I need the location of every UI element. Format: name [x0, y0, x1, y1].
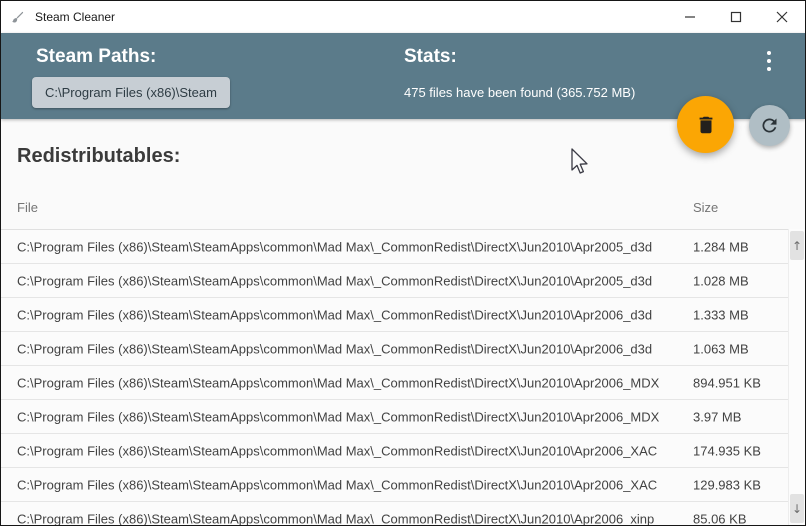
steam-path-button[interactable]: C:\Program Files (x86)\Steam [32, 77, 230, 108]
delete-files-button[interactable] [677, 96, 734, 153]
vertical-ellipsis-icon[interactable] [759, 45, 779, 77]
mouse-cursor [569, 147, 589, 182]
table-row[interactable]: C:\Program Files (x86)\Steam\SteamApps\c… [1, 468, 788, 502]
file-cell: C:\Program Files (x86)\Steam\SteamApps\c… [17, 409, 660, 424]
file-cell: C:\Program Files (x86)\Steam\SteamApps\c… [17, 375, 660, 390]
table-row[interactable]: C:\Program Files (x86)\Steam\SteamApps\c… [1, 366, 788, 400]
table-row[interactable]: C:\Program Files (x86)\Steam\SteamApps\c… [1, 502, 788, 525]
size-cell: 894.951 KB [693, 375, 761, 390]
size-cell: 1.028 MB [693, 273, 749, 288]
broom-icon [10, 9, 26, 25]
table-body: C:\Program Files (x86)\Steam\SteamApps\c… [1, 229, 788, 525]
table-row[interactable]: C:\Program Files (x86)\Steam\SteamApps\c… [1, 400, 788, 434]
column-header-file: File [17, 200, 38, 215]
minimize-icon[interactable] [667, 1, 713, 33]
redistributables-heading: Redistributables: [17, 145, 181, 167]
refresh-icon [759, 115, 780, 136]
scroll-down-icon[interactable]: ↓ [790, 494, 804, 523]
size-cell: 174.935 KB [693, 443, 761, 458]
maximize-icon[interactable] [713, 1, 759, 33]
titlebar: Steam Cleaner [1, 1, 805, 33]
file-cell: C:\Program Files (x86)\Steam\SteamApps\c… [17, 477, 658, 492]
size-cell: 1.063 MB [693, 341, 749, 356]
size-cell: 3.97 MB [693, 409, 742, 424]
file-cell: C:\Program Files (x86)\Steam\SteamApps\c… [17, 443, 658, 458]
file-cell: C:\Program Files (x86)\Steam\SteamApps\c… [17, 239, 653, 254]
file-cell: C:\Program Files (x86)\Steam\SteamApps\c… [17, 511, 655, 525]
file-cell: C:\Program Files (x86)\Steam\SteamApps\c… [17, 273, 653, 288]
table-row[interactable]: C:\Program Files (x86)\Steam\SteamApps\c… [1, 230, 788, 264]
stats-summary: 475 files have been found (365.752 MB) [404, 85, 636, 100]
window-title: Steam Cleaner [35, 10, 116, 24]
refresh-button[interactable] [749, 105, 790, 146]
size-cell: 1.284 MB [693, 239, 749, 254]
column-header-size: Size [693, 200, 719, 215]
table-row[interactable]: C:\Program Files (x86)\Steam\SteamApps\c… [1, 332, 788, 366]
scroll-up-icon[interactable]: ↑ [790, 231, 804, 260]
file-cell: C:\Program Files (x86)\Steam\SteamApps\c… [17, 341, 653, 356]
table-row[interactable]: C:\Program Files (x86)\Steam\SteamApps\c… [1, 264, 788, 298]
file-cell: C:\Program Files (x86)\Steam\SteamApps\c… [17, 307, 653, 322]
vertical-scrollbar[interactable]: ↑ ↓ [788, 229, 805, 525]
close-icon[interactable] [759, 1, 805, 33]
table-row[interactable]: C:\Program Files (x86)\Steam\SteamApps\c… [1, 298, 788, 332]
window-controls [667, 1, 805, 33]
steam-paths-heading: Steam Paths: [36, 46, 157, 67]
table-row[interactable]: C:\Program Files (x86)\Steam\SteamApps\c… [1, 434, 788, 468]
size-cell: 85.06 KB [693, 511, 747, 525]
trash-icon [695, 114, 717, 136]
app-window: Steam Cleaner Steam Paths: C:\Program Fi… [0, 0, 806, 526]
size-cell: 129.983 KB [693, 477, 761, 492]
stats-heading: Stats: [404, 46, 457, 67]
size-cell: 1.333 MB [693, 307, 749, 322]
